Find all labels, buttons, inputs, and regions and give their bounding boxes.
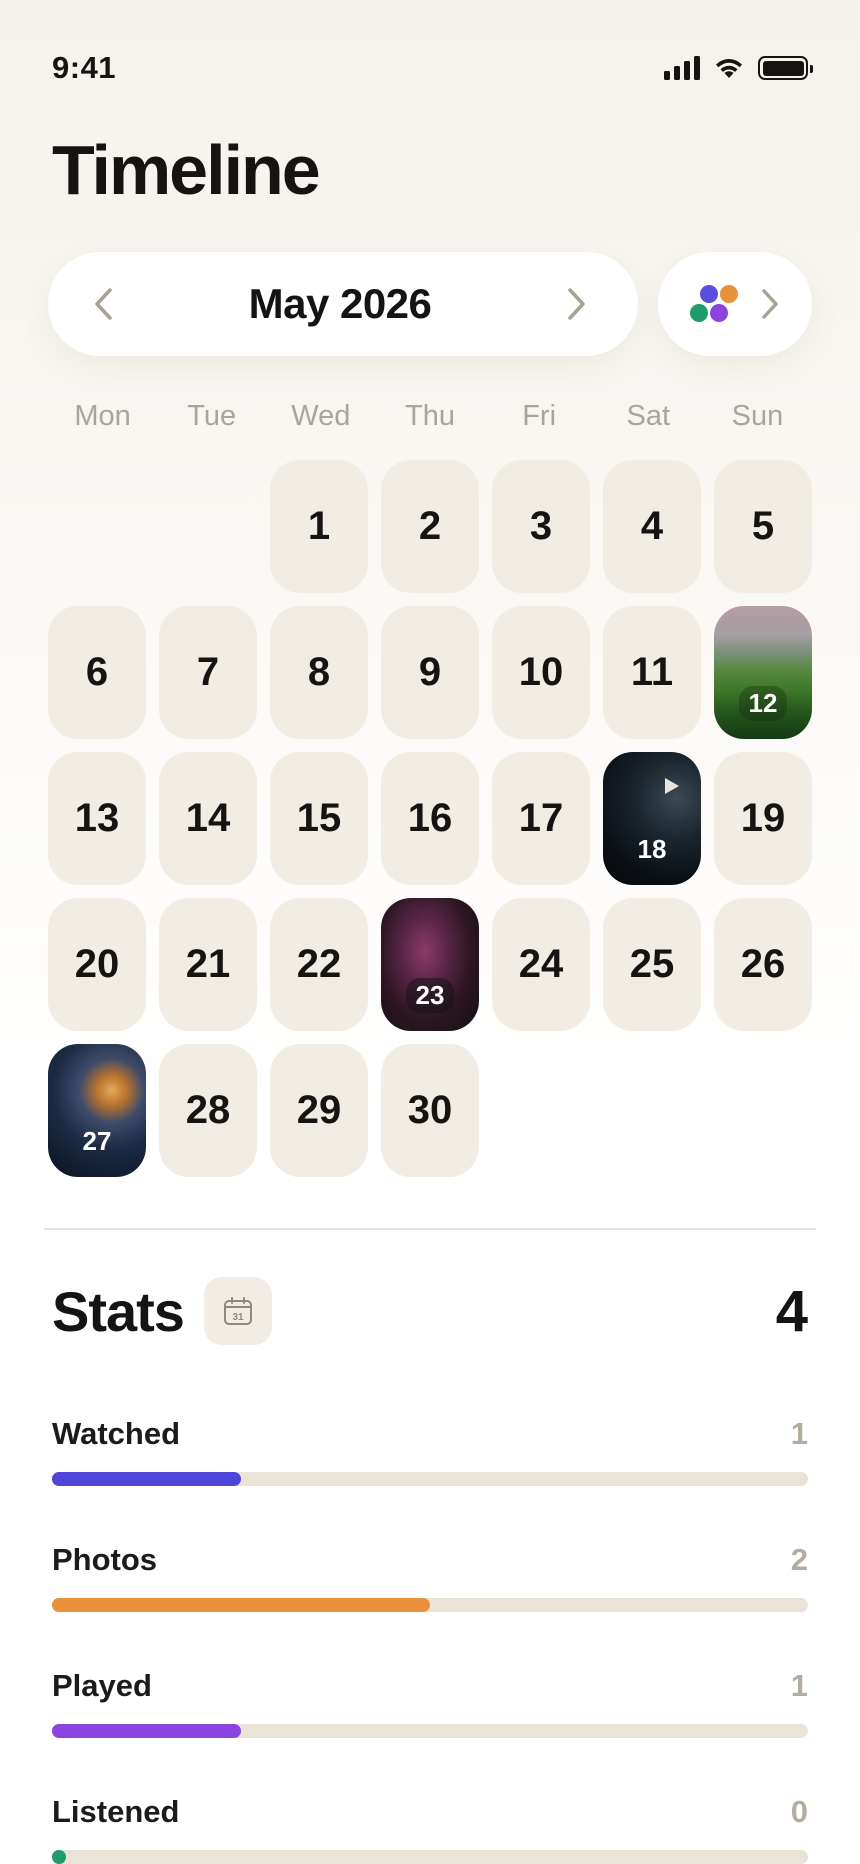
calendar-day[interactable]: 4: [603, 460, 701, 593]
calendar-day-photo[interactable]: 27: [48, 1044, 146, 1177]
wifi-icon: [716, 59, 742, 78]
weekday-header: Mon Tue Wed Thu Fri Sat Sun: [48, 400, 812, 433]
calendar-day[interactable]: 25: [603, 898, 701, 1031]
calendar-day[interactable]: 10: [492, 606, 590, 739]
stat-progress-fill: [52, 1472, 241, 1486]
calendar-day[interactable]: 7: [159, 606, 257, 739]
stat-progress-track: [52, 1472, 808, 1486]
stat-label: Played: [52, 1668, 152, 1703]
calendar-day-number: 18: [637, 834, 667, 864]
weekday-label: Wed: [291, 400, 351, 432]
calendar-day-photo[interactable]: 12: [714, 606, 812, 739]
weekday-label: Thu: [405, 400, 455, 432]
stat-label: Watched: [52, 1416, 181, 1451]
calendar-day-number: 27: [82, 1126, 112, 1156]
calendar-day[interactable]: 5: [714, 460, 812, 593]
stat-row-listened: Listened 0: [52, 1794, 808, 1864]
status-icons: [664, 56, 813, 80]
calendar-day[interactable]: 14: [159, 752, 257, 885]
stat-progress-fill: [52, 1724, 241, 1738]
category-dot-watched: [700, 285, 718, 303]
category-dots-icon: [688, 282, 742, 326]
category-filter-button[interactable]: [658, 252, 812, 356]
weekday-label: Tue: [187, 400, 237, 432]
weekday-label: Fri: [522, 400, 557, 432]
calendar-grid: 1 2 3 4 5 6 7 8 9 10 11 12 13 14 15 16 1…: [48, 460, 812, 1177]
calendar-day[interactable]: 9: [381, 606, 479, 739]
stat-label: Photos: [52, 1542, 158, 1577]
calendar-icon: 31: [223, 1297, 252, 1325]
current-month-label: May 2026: [248, 280, 432, 327]
stat-count: 0: [790, 1794, 808, 1829]
page-title: Timeline: [52, 131, 321, 209]
weekday-label: Sat: [626, 400, 671, 432]
calendar-day-photo[interactable]: 23: [381, 898, 479, 1031]
stat-count: 1: [790, 1668, 808, 1703]
cellular-signal-icon: [664, 56, 700, 80]
weekday-label: Sun: [731, 400, 784, 432]
calendar-day-number: 23: [405, 978, 455, 1013]
calendar-day[interactable]: 17: [492, 752, 590, 885]
calendar-day[interactable]: 13: [48, 752, 146, 885]
calendar-day[interactable]: 11: [603, 606, 701, 739]
calendar-day-number: 12: [738, 686, 788, 721]
calendar-day[interactable]: 30: [381, 1044, 479, 1177]
calendar-day[interactable]: 6: [48, 606, 146, 739]
chevron-right-icon: [762, 289, 778, 319]
calendar-day[interactable]: 22: [270, 898, 368, 1031]
stat-row-played: Played 1: [52, 1668, 808, 1738]
weekday-label: Mon: [74, 400, 131, 432]
calendar-empty-cell: [48, 460, 146, 593]
stat-progress-track: [52, 1850, 808, 1864]
calendar-day[interactable]: 28: [159, 1044, 257, 1177]
stat-count: 2: [790, 1542, 808, 1577]
calendar-day[interactable]: 26: [714, 898, 812, 1031]
calendar-day[interactable]: 8: [270, 606, 368, 739]
calendar-day-video[interactable]: 18: [603, 752, 701, 885]
battery-icon: [758, 56, 813, 80]
stats-title: Stats: [52, 1279, 185, 1343]
status-bar: 9:41: [52, 48, 813, 88]
calendar-day[interactable]: 2: [381, 460, 479, 593]
calendar-icon-day: 31: [232, 1312, 244, 1323]
calendar-day[interactable]: 21: [159, 898, 257, 1031]
stats-header: Stats 31 4: [52, 1276, 808, 1346]
category-dot-listened: [690, 304, 708, 322]
calendar-day[interactable]: 20: [48, 898, 146, 1031]
stat-label: Listened: [52, 1794, 180, 1829]
stats-total: 4: [775, 1278, 808, 1344]
stat-row-photos: Photos 2: [52, 1542, 808, 1612]
previous-month-button[interactable]: [84, 284, 124, 324]
calendar-day[interactable]: 19: [714, 752, 812, 885]
category-dot-photos: [720, 285, 738, 303]
section-divider: [44, 1228, 816, 1230]
calendar-day[interactable]: 1: [270, 460, 368, 593]
calendar-range-button[interactable]: 31: [203, 1277, 272, 1345]
calendar-day[interactable]: 16: [381, 752, 479, 885]
stat-row-watched: Watched 1: [52, 1416, 808, 1486]
calendar-empty-cell: [159, 460, 257, 593]
chevron-left-icon: [95, 288, 112, 320]
calendar-day[interactable]: 3: [492, 460, 590, 593]
stat-count: 1: [790, 1416, 808, 1451]
category-dot-played: [710, 304, 728, 322]
calendar-day[interactable]: 29: [270, 1044, 368, 1177]
month-selector: May 2026: [48, 252, 638, 356]
stat-progress-fill: [52, 1850, 66, 1864]
status-time: 9:41: [52, 50, 117, 85]
stat-progress-track: [52, 1598, 808, 1612]
stat-progress-track: [52, 1724, 808, 1738]
play-icon: [665, 778, 679, 794]
chevron-right-icon: [568, 288, 585, 320]
next-month-button[interactable]: [556, 284, 596, 324]
stat-progress-fill: [52, 1598, 430, 1612]
calendar-day[interactable]: 24: [492, 898, 590, 1031]
calendar-day[interactable]: 15: [270, 752, 368, 885]
